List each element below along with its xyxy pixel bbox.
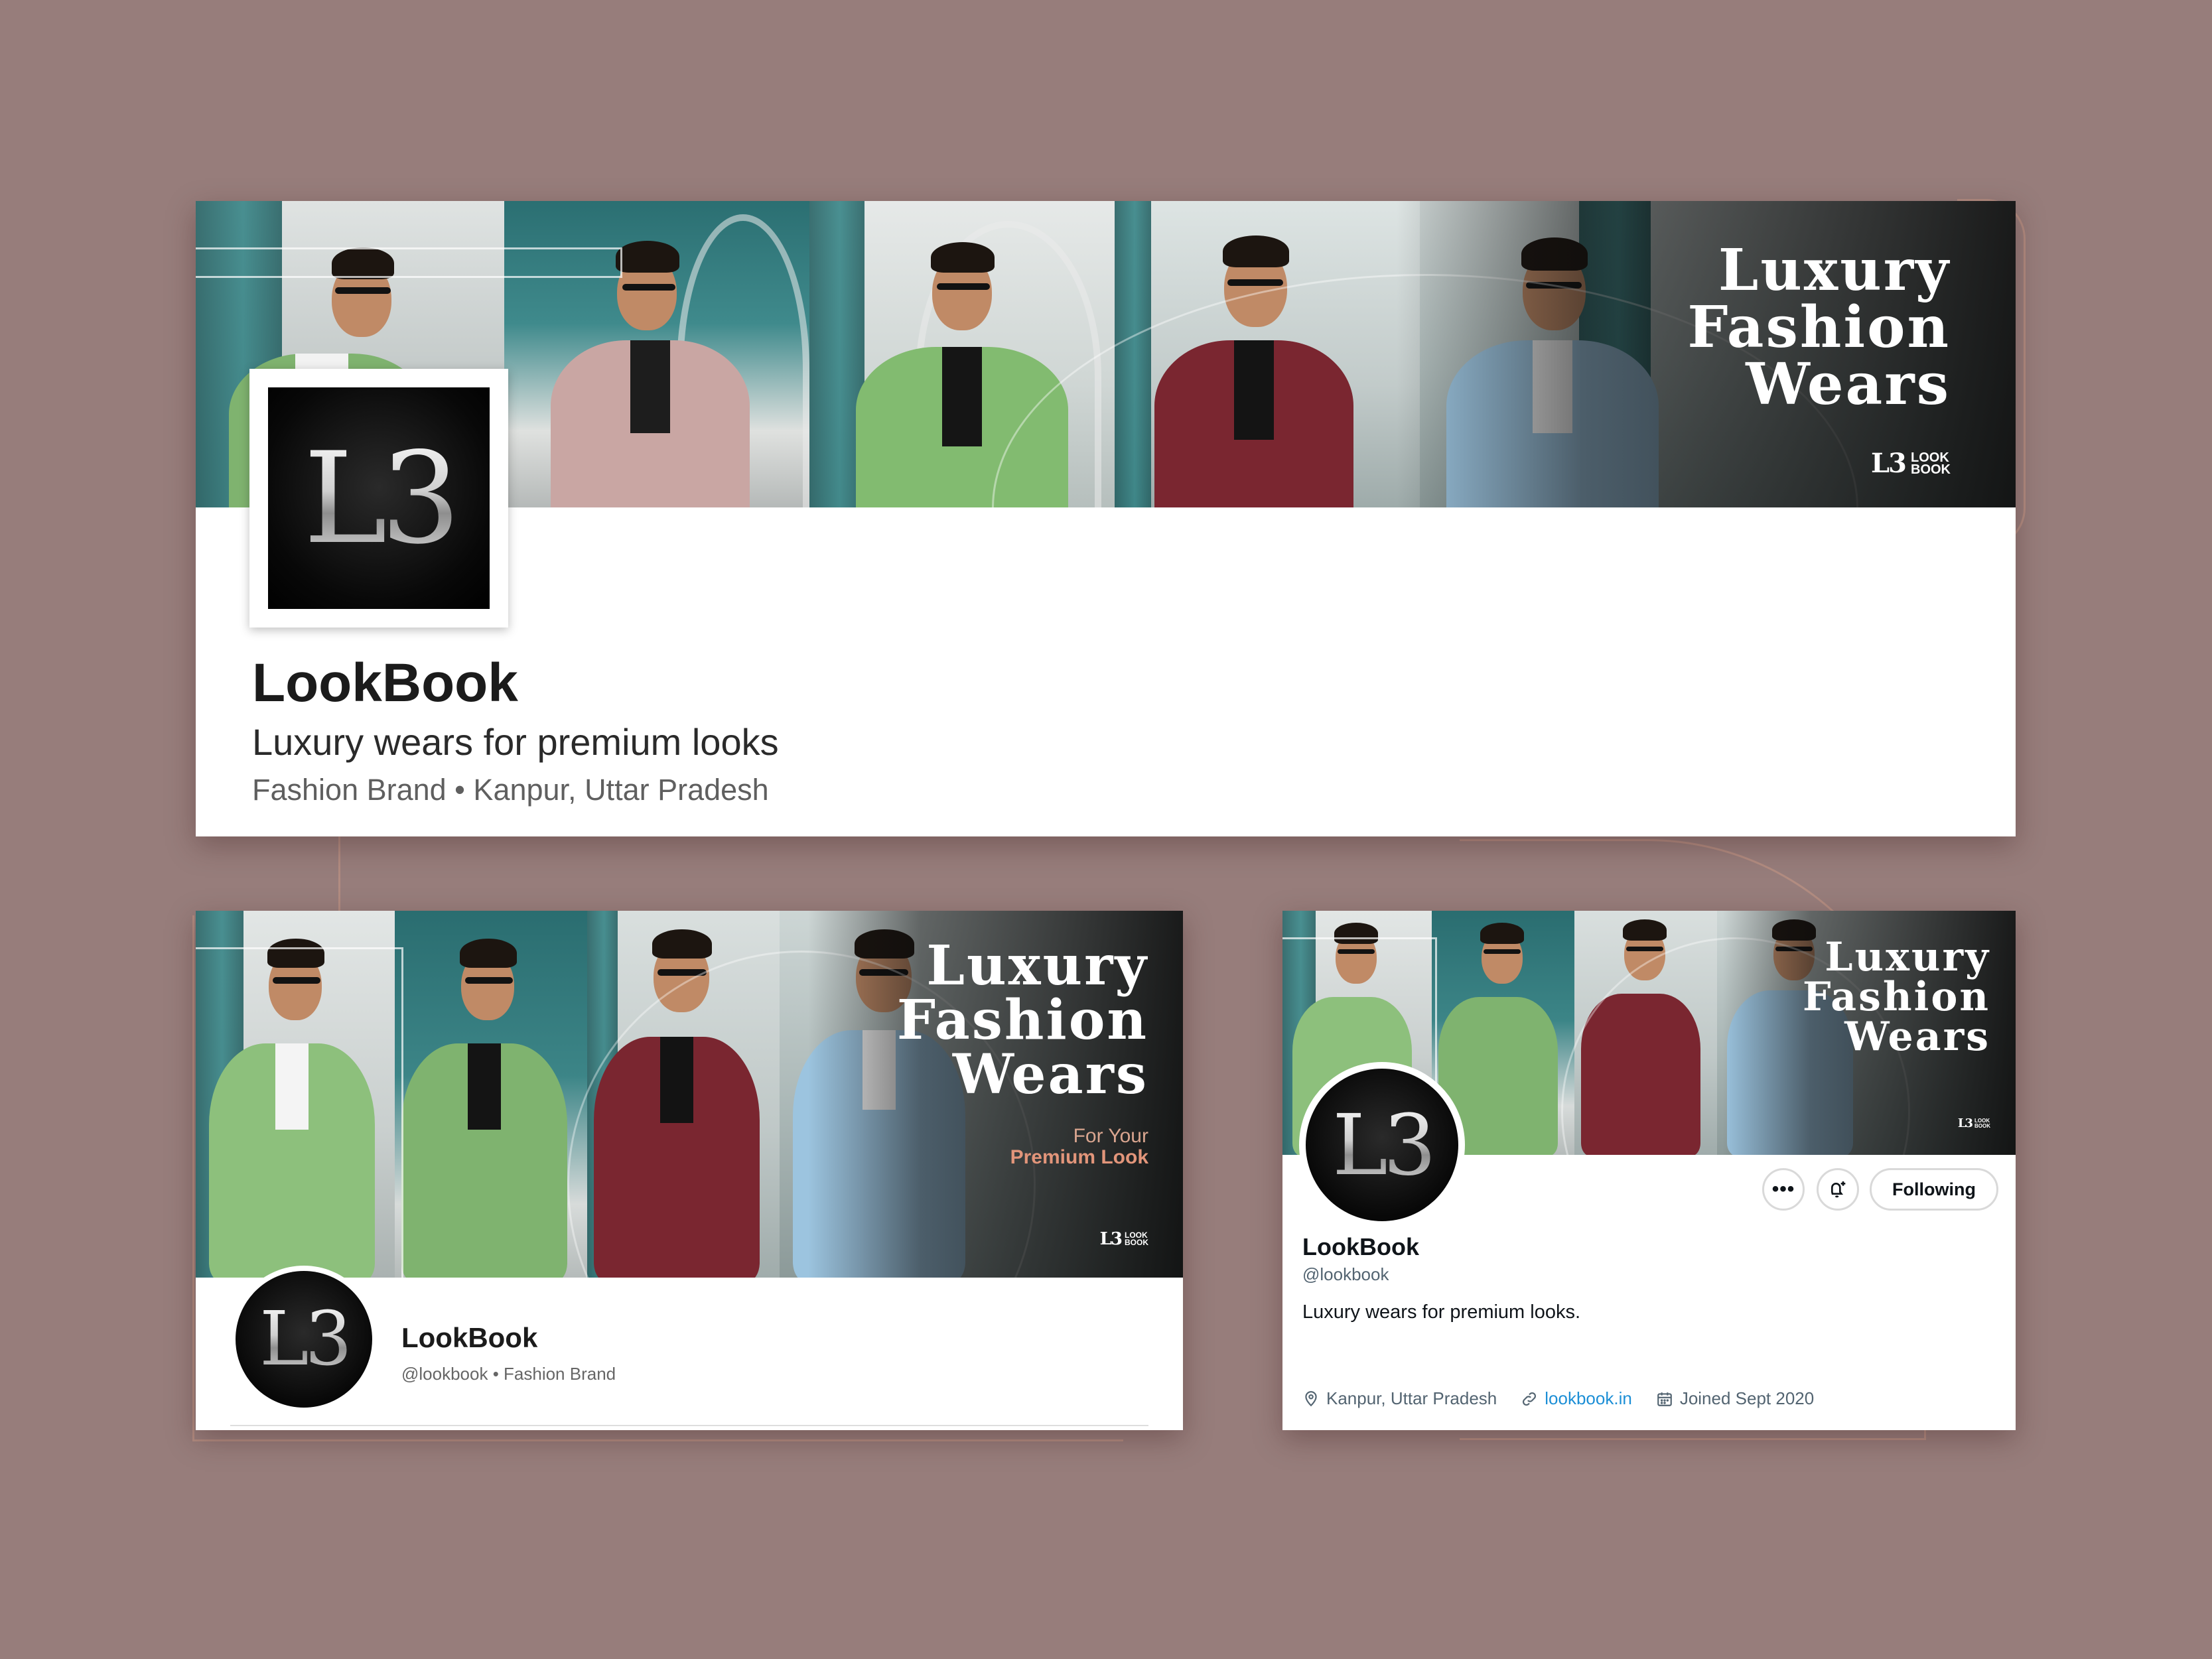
profile-logo[interactable]: L3: [1299, 1062, 1465, 1228]
logo-monogram: L3: [303, 425, 460, 572]
joined-text: Joined Sept 2020: [1679, 1388, 1815, 1408]
website-link[interactable]: lookbook.in: [1545, 1388, 1632, 1409]
tagline-line: Premium Look: [1010, 1146, 1148, 1168]
brand-monogram: L3: [1099, 1229, 1123, 1249]
page-meta: Fashion Brand • Kanpur, Uttar Pradesh: [252, 773, 769, 807]
calendar-icon: [1657, 1392, 1672, 1406]
cover-photo: [395, 911, 587, 1278]
brand-logo-small: L3 LOOK BOOK: [1100, 1229, 1148, 1249]
tagline-line: For Your: [1073, 1125, 1148, 1147]
banner-headline: Luxury Fashion Wears: [1687, 242, 1951, 413]
headline-line: Fashion: [1687, 294, 1951, 361]
brand-logo-small: L3 LOOK BOOK: [1958, 1116, 1990, 1130]
following-button[interactable]: Following: [1870, 1168, 1998, 1211]
headline-line: Wears: [1746, 351, 1951, 418]
location-item: Kanpur, Uttar Pradesh: [1302, 1388, 1497, 1409]
page-title: LookBook: [252, 653, 518, 713]
page-title: LookBook: [401, 1322, 538, 1353]
ellipsis-icon: •••: [1771, 1178, 1795, 1200]
headline-line: Wears: [952, 1043, 1148, 1106]
brand-wordmark: LOOK BOOK: [1911, 450, 1951, 477]
profile-meta-row: Kanpur, Uttar Pradesh lookbook.in Joined…: [1302, 1388, 1838, 1409]
headline-line: Wears: [1844, 1014, 1990, 1060]
headline-line: Fashion: [1802, 974, 1990, 1020]
decor-frame-lines: [196, 247, 622, 278]
brand-wordmark: LOOK BOOK: [1974, 1118, 1990, 1129]
linkedin-profile-card: Luxury Fashion Wears L3 LOOK BOOK L3 Look…: [196, 201, 2016, 836]
location-text: Kanpur, Uttar Pradesh: [1326, 1388, 1497, 1408]
profile-name: LookBook: [1302, 1233, 1419, 1260]
banner-headline: Luxury Fashion Wears: [897, 939, 1148, 1102]
divider: [230, 1425, 1148, 1426]
twitter-profile-card: Luxury Fashion Wears L3 LOOK BOOK L3 ••• …: [1282, 911, 2016, 1430]
headline-line: Luxury: [1718, 237, 1951, 304]
page-tagline: Luxury wears for premium looks: [252, 721, 779, 763]
headline-line: Fashion: [896, 988, 1148, 1052]
facebook-profile-card: Luxury Fashion Wears For Your Premium Lo…: [196, 911, 1183, 1430]
decor-frame-lines: [196, 947, 403, 1278]
brand-monogram: L3: [1957, 1116, 1973, 1130]
profile-bio: Luxury wears for premium looks.: [1302, 1301, 1581, 1323]
brand-logo-small: L3 LOOK BOOK: [1871, 448, 1951, 479]
banner-headline: Luxury Fashion Wears: [1803, 937, 1990, 1057]
joined-item: Joined Sept 2020: [1656, 1388, 1814, 1409]
location-pin-icon: [1305, 1390, 1317, 1406]
logo-monogram: L3: [1332, 1096, 1436, 1194]
banner-tagline: For Your Premium Look: [1010, 1126, 1148, 1167]
bell-plus-icon: [1831, 1181, 1846, 1198]
link-icon: [1523, 1392, 1537, 1406]
more-options-button[interactable]: •••: [1762, 1168, 1805, 1211]
profile-logo[interactable]: L3: [230, 1266, 378, 1413]
brand-monogram: L3: [1871, 448, 1907, 479]
logo-monogram: L3: [259, 1296, 352, 1382]
page-meta: @lookbook • Fashion Brand: [401, 1364, 616, 1384]
cover-banner: Luxury Fashion Wears For Your Premium Lo…: [196, 911, 1183, 1278]
headline-line: Luxury: [926, 934, 1148, 998]
profile-handle: @lookbook: [1302, 1264, 1389, 1284]
website-item[interactable]: lookbook.in: [1521, 1388, 1632, 1409]
profile-logo[interactable]: L3: [249, 369, 508, 628]
notifications-button[interactable]: [1817, 1168, 1859, 1211]
brand-wordmark: LOOK BOOK: [1125, 1230, 1148, 1247]
headline-line: Luxury: [1825, 934, 1990, 980]
